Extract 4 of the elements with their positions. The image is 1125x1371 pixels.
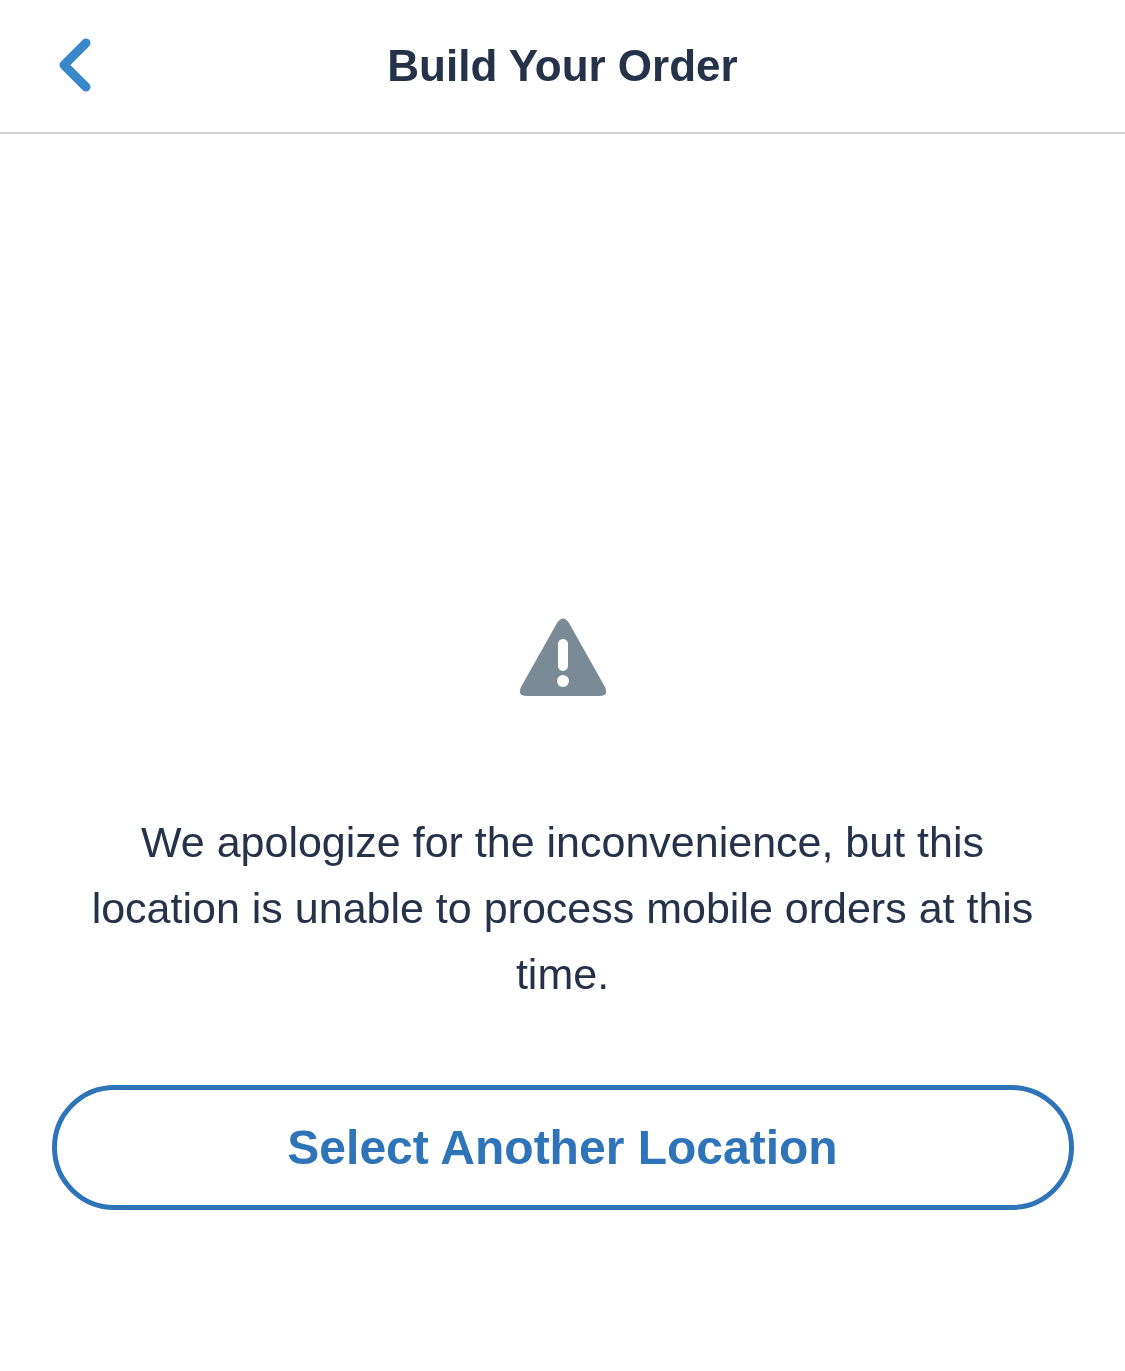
select-location-button[interactable]: Select Another Location bbox=[51, 1085, 1074, 1210]
page-title: Build Your Order bbox=[387, 41, 738, 91]
error-message: We apologize for the inconvenience, but this location is unable to process mobile orders at this time. bbox=[90, 817, 1035, 1000]
warning-icon bbox=[518, 617, 607, 697]
